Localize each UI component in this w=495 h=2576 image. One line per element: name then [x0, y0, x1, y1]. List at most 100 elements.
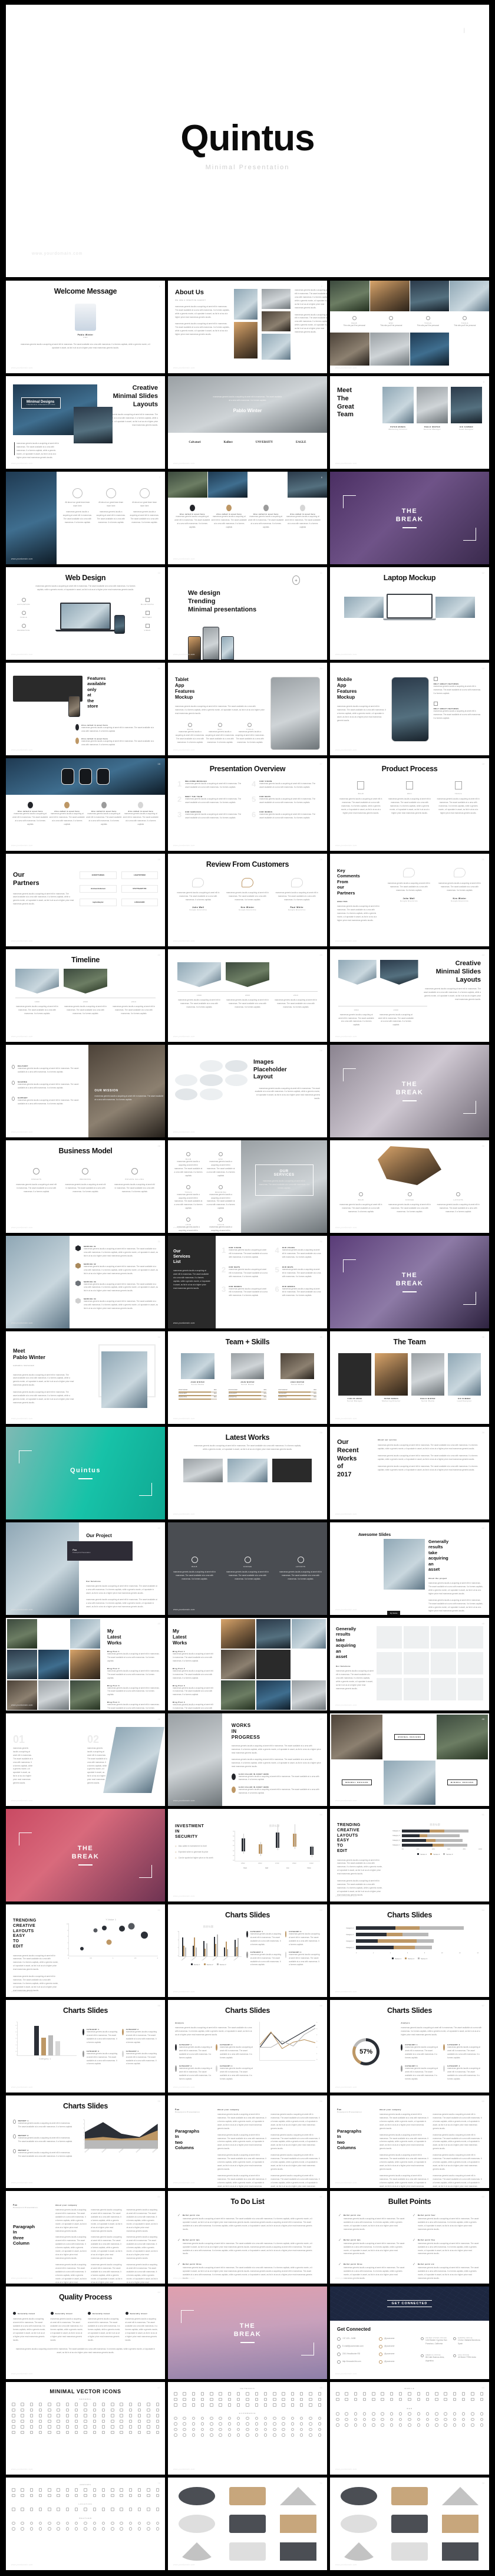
team-member: KID SUMMER Lead Designer — [450, 387, 483, 430]
slide-thumbnail[interactable]: 15 Mobile App Features Mockup maecenas gene… — [330, 663, 489, 755]
slide-thumbnail[interactable]: THE BREAK — [330, 1045, 489, 1137]
slide-thumbnail[interactable]: 16 Also called in asset here maecenas gen… — [6, 758, 165, 851]
bullet-dot — [50, 2312, 54, 2315]
slide-thumbnail[interactable]: Quintus — [6, 1427, 165, 1519]
slide-thumbnail[interactable]: 46 01 maecenas generis iaculis a acquiri… — [6, 1713, 165, 1806]
slide-thumbnail[interactable]: 6 Meet The Great Team PETER MONKS Marketing … — [330, 376, 489, 469]
slide-thumbnail[interactable]: 10 Web Design maecenas generis iaculis a… — [6, 567, 165, 660]
feature-icon — [433, 677, 438, 681]
slide-thumbnail[interactable]: 62 To Do List ✓ Bullet point one maecenas… — [168, 2191, 327, 2284]
vector-icon — [210, 2433, 213, 2437]
badge-subtitle: TRENDING PRESENTATIONS — [27, 404, 55, 406]
slide-thumbnail[interactable]: 61 Fox Powerpoint Presentation Paragraph… — [6, 2191, 165, 2284]
slide-thumbnail[interactable]: 22 Timeline 1990 maecenas generis iaculis… — [6, 949, 165, 1042]
slide-thumbnail[interactable]: 12 Laptop Mockup www.yourdomain.com — [330, 567, 489, 660]
slide-thumbnail[interactable]: 17 Presentation Overview 1 WELCOME MESSA… — [168, 758, 327, 851]
slide-thumbnail[interactable]: 43 My Latest Works Blog Post 1 maecenas gen… — [6, 1618, 165, 1710]
slide-thumbnail[interactable]: 11 + We design Trending Minimal presentati… — [168, 567, 327, 660]
slide-thumbnail[interactable]: 19 Our Partners maecenas generis iaculis … — [6, 854, 165, 946]
category-label: Category 2 — [392, 1840, 400, 1841]
slide-thumbnail[interactable]: 4 Minimal Designs TRENDING PRESENTATIONS… — [6, 376, 165, 469]
item-number: 6 — [275, 1284, 279, 1294]
slide-thumbnail[interactable]: 38 Latest Works maecenas generis iaculis… — [168, 1427, 327, 1519]
todo-item[interactable]: ✓ Bullet point two maecenas generis iacul… — [177, 2239, 318, 2256]
slide-thumbnail[interactable]: 55 Charts Slides 5 4.5 4 3.5 3 2.5 2 1.5 1 0.5 0 C… — [6, 2000, 165, 2093]
check-icon[interactable]: ✓ — [177, 2239, 180, 2242]
slide-thumbnail[interactable]: 63 Bullet Points ✓ Bullet point one maece… — [330, 2191, 489, 2284]
slide-thumbnail[interactable]: 34 Meet Pablo Winter GENERAL MANAGER maec… — [6, 1331, 165, 1424]
bar-row: Category 4 — [341, 1926, 478, 1930]
slide-thumbnail[interactable]: 45 Generally results take acquiring an asset … — [330, 1618, 489, 1710]
slide-thumbnail[interactable]: 58 Charts Slides REPORT 1 maecenas generi… — [6, 2095, 165, 2188]
slide-thumbnail[interactable]: 29 BULBmaecenas generis iaculis a acquir… — [168, 1140, 327, 1233]
slide-thumbnail[interactable]: 40 Our Project Fox Powerpoint Presentati… — [6, 1522, 165, 1615]
todo-item[interactable]: ✓ Bullet point one maecenas generis iacul… — [177, 2214, 318, 2232]
slide-thumbnail[interactable]: 20 Review From Customers maecenas generi… — [168, 854, 327, 946]
slide-thumbnail[interactable]: 53 Charts Slides 图表标题 6420 Category 1 Cat… — [168, 1904, 327, 1997]
slide-thumbnail[interactable]: 30 BULB maecenas generis iaculis a acquir… — [330, 1140, 489, 1233]
slide-thumbnail[interactable]: 47 WORKS IN PROGRESS maecenas generis iacu… — [168, 1713, 327, 1806]
slide-thumbnail[interactable]: 28 Business Model INSIGHTS maecenas gene… — [6, 1140, 165, 1233]
slide-thumbnail[interactable]: 39 Our Recent Works of 2017 About our servic… — [330, 1427, 489, 1519]
slide-thumbnail[interactable]: 26 Images Placeholder Layout maecenas gene… — [168, 1045, 327, 1137]
slide-thumbnail[interactable]: 56 Charts Slides Analysis maecenas gener… — [168, 2000, 327, 2093]
slide-thumbnail[interactable]: 71 www.yourdomain.com — [168, 2478, 327, 2570]
slide-thumbnail[interactable]: 8 Also called in asset here maecenas gene… — [168, 472, 327, 564]
slide-thumbnail[interactable]: 32 Our Services List maecenas generis iacu… — [168, 1236, 327, 1328]
slide-thumbnail[interactable]: 52 TRENDING CREATIVE LAYOUTS EASY TO EDIT mae… — [6, 1904, 165, 1997]
slide-thumbnail[interactable]: 13 Features available only at the store Also … — [6, 663, 165, 755]
slide-thumbnail[interactable]: 24 Creative Minimal Slides Layouts maecena… — [330, 949, 489, 1042]
slide-thumbnail[interactable]: 21 Key Comments From our Partners ANALYSIS m… — [330, 854, 489, 946]
check-icon[interactable]: ✓ — [177, 2263, 180, 2266]
todo-item[interactable]: ✓ Bullet point three maecenas generis iac… — [177, 2263, 318, 2281]
feature-item: Also called in asset here maecenas generi… — [75, 724, 158, 733]
slide-thumbnail[interactable]: 23 1990 maecenas generis iaculis a acquir… — [168, 949, 327, 1042]
slide-thumbnail[interactable]: 48 MINIMAL DESIGNS MINIMAL DESIGNS MINIM… — [330, 1713, 489, 1806]
slide-thumbnail[interactable]: 14 Tablet App Features Mockup maecenas gene… — [168, 663, 327, 755]
slide-thumbnail[interactable]: THE BREAK — [330, 472, 489, 564]
slide-thumbnail[interactable]: 41 BULB maecenas generis iaculis a acqui… — [168, 1522, 327, 1615]
skill-value: 85% — [263, 1396, 267, 1398]
slide-thumbnail[interactable]: 66 GET CONNECTED Get Connected +07 123 –… — [330, 2287, 489, 2379]
slide-thumbnail[interactable]: 69 MOBILE WEB www.yourdomain.com — [330, 2382, 489, 2475]
slide-thumbnail[interactable]: 5 maecenas generis iaculis a acquiring a… — [168, 376, 327, 469]
slide-thumbnail[interactable]: 57 Charts Slides 57% Analysis maecenas g… — [330, 2000, 489, 2093]
infographic-item — [174, 2512, 220, 2535]
slide-thumbnail[interactable]: 70 ARROWS LOCATION WEATHER www.yourdomain.… — [6, 2478, 165, 2570]
vector-icon — [120, 2425, 123, 2429]
slide-thumbnail[interactable]: 72 www.yourdomain.com — [330, 2478, 489, 2570]
vector-icon — [84, 2403, 87, 2406]
slide-thumbnail[interactable]: THE BREAK — [330, 1236, 489, 1328]
slide-thumbnail[interactable]: 42 Awesome Slides My Works Generally resu… — [330, 1522, 489, 1615]
vector-icon — [318, 2416, 321, 2420]
watch-mockup — [79, 768, 92, 785]
slide-thumbnail[interactable]: 68 NETWORKS ECOMMERCE www.yourdomain.com — [168, 2382, 327, 2475]
slide-thumbnail[interactable]: 60 Fox Powerpoint Presentation Paragraph… — [330, 2095, 489, 2188]
vector-icon — [227, 2392, 232, 2396]
slide-thumbnail[interactable]: 7 All about our great team team more her… — [6, 472, 165, 564]
vector-icon — [282, 2397, 285, 2401]
item-label: PRIVATE CALLING — [125, 1178, 144, 1180]
slide-thumbnail[interactable]: THE BREAK — [6, 1809, 165, 1901]
slide-thumbnail[interactable]: 18 Product Process BULB maecenas generis… — [330, 758, 489, 851]
slide-thumbnail[interactable]: 3 BULB This sits you'll be personal WIFI Th… — [330, 281, 489, 373]
blog-post: Blog Post 2 maecenas generis iaculis a ac… — [173, 1667, 213, 1679]
slide-thumbnail[interactable]: 51 TRENDING CREATIVE LAYOUTS EASY TO EDIT mae… — [330, 1809, 489, 1901]
slide-thumbnail[interactable]: 67 MINIMAL VECTOR ICONS GENERAL www.your… — [6, 2382, 165, 2475]
slide-thumbnail[interactable]: 36 The Team CARLOS MONK Social Manager P… — [330, 1331, 489, 1424]
slide-thumbnail[interactable]: 2 About Us WE ARE A CREATIVE AGENCY maec… — [168, 281, 327, 373]
slide-thumbnail[interactable]: 44 My Latest Works Blog Post 1 maecenas gen… — [168, 1618, 327, 1710]
slide-thumbnail[interactable]: 31 SERVICE 01 maecenas generis iaculis a … — [6, 1236, 165, 1328]
slide-thumbnail[interactable]: 25 DELIVERYmaecenas generis iaculis a ac… — [6, 1045, 165, 1137]
icon-caption: This sits you'll be personal — [380, 324, 402, 327]
wifi-icon — [389, 316, 394, 320]
slide-thumbnail[interactable]: THE BREAK — [168, 2287, 327, 2379]
slide-thumbnail[interactable]: 54 Charts Slides Category 4 Category 3 C… — [330, 1904, 489, 1997]
slide-thumbnail[interactable]: 50 INVESTMENT IN SECURITY ◎ Also called in … — [168, 1809, 327, 1901]
slide-thumbnail[interactable]: 1 Welcome Message Pablo Winter CEO maece… — [6, 281, 165, 373]
check-icon[interactable]: ✓ — [177, 2214, 180, 2218]
slide-thumbnail[interactable]: 64 Quality Process Generally invest maec… — [6, 2287, 165, 2379]
slide-thumbnail[interactable]: 35 Team + Skills JOHN WINTER Social Medi… — [168, 1331, 327, 1424]
slide-thumbnail[interactable]: 59 Fox Powerpoint Presentation Paragraph… — [168, 2095, 327, 2188]
vector-icon — [101, 2425, 105, 2429]
